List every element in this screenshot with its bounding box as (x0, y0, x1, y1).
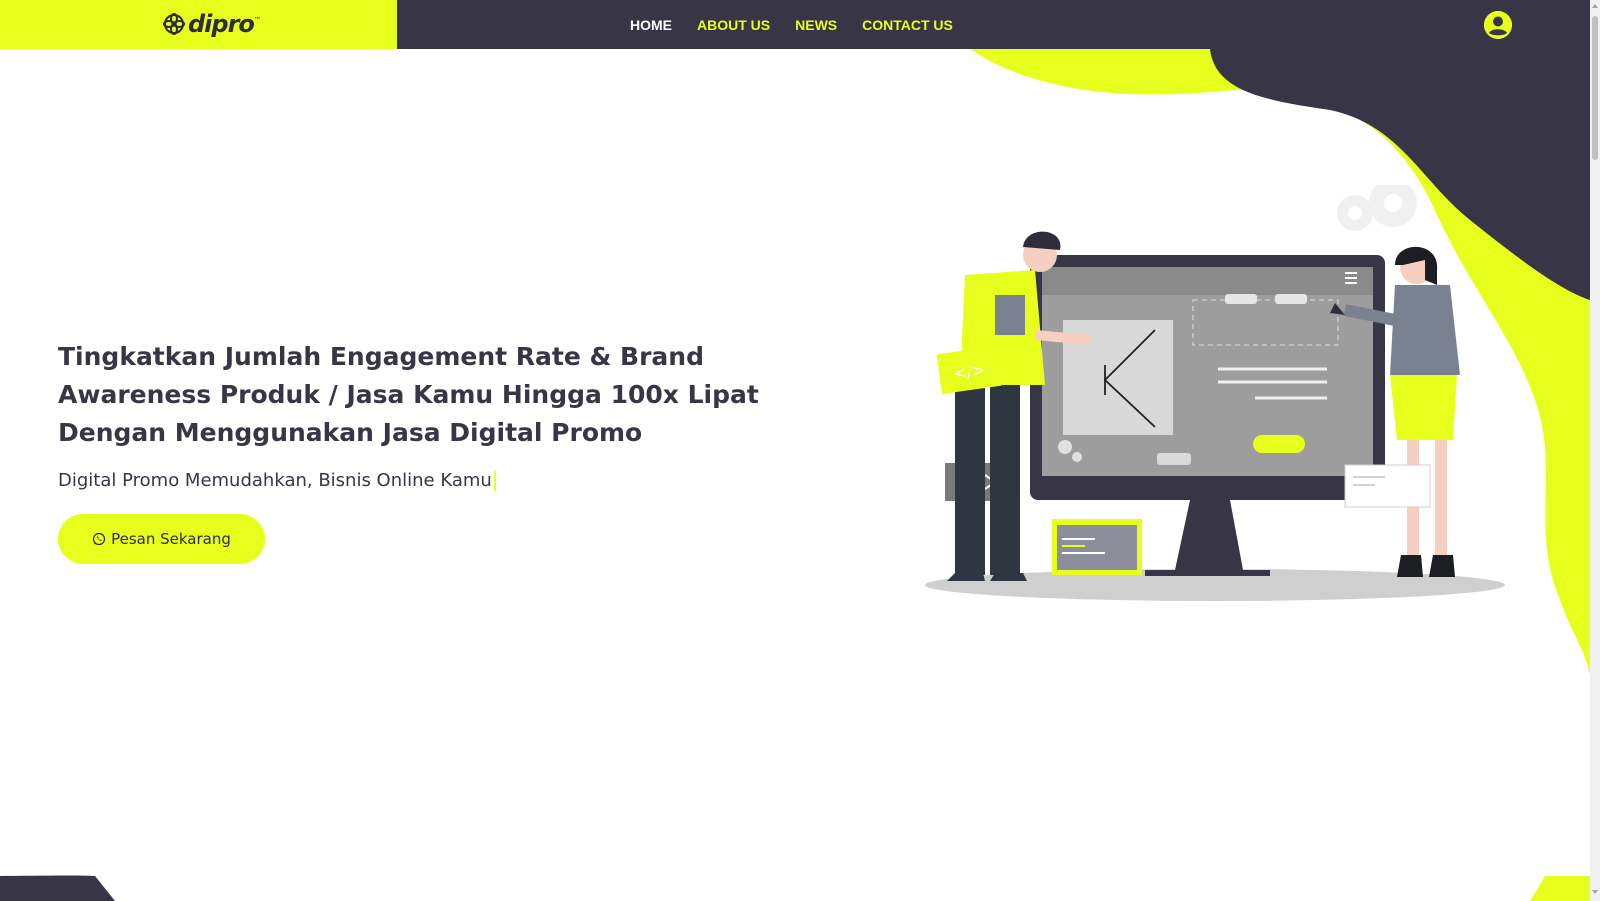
nav-item-home[interactable]: HOME (630, 17, 672, 33)
logo-text: dipro (188, 10, 255, 38)
page-scrollbar[interactable] (1590, 0, 1600, 901)
logo-area: dipro ™ (0, 0, 397, 49)
hero-title: Tingkatkan Jumlah Engagement Rate & Bran… (58, 342, 759, 447)
bottom-right-shape (1530, 876, 1590, 901)
hero-subtitle: Digital Promo Memudahkan, Bisnis Online … (58, 470, 496, 491)
screen-button (1253, 435, 1305, 453)
navbar: dipro ™ HOME ABOUT US NEWS CONTACT US (0, 0, 1590, 49)
logo-trademark: ™ (253, 16, 261, 24)
nav-item-news[interactable]: NEWS (795, 17, 837, 33)
web-design-illustration: </> (925, 185, 1505, 601)
order-now-label: Pesan Sekarang (111, 530, 231, 548)
hero-subtitle-text: Digital Promo Memudahkan, Bisnis Online … (58, 470, 492, 491)
nav-item-contact-us[interactable]: CONTACT US (862, 17, 953, 33)
main-nav: HOME ABOUT US NEWS CONTACT US (630, 0, 953, 49)
monitor-stand (1175, 500, 1243, 570)
scroll-down-arrow-icon[interactable] (1591, 888, 1599, 896)
user-circle-icon (1484, 11, 1512, 39)
user-account-button[interactable] (1484, 11, 1512, 39)
bottom-left-shape (0, 875, 115, 901)
dipro-flower-icon (163, 13, 185, 35)
nav-item-about-us[interactable]: ABOUT US (697, 17, 770, 33)
whatsapp-icon (92, 532, 106, 546)
logo[interactable]: dipro ™ (163, 8, 261, 40)
order-now-button[interactable]: Pesan Sekarang (58, 514, 265, 564)
typing-caret (493, 471, 496, 491)
gears-icon (1337, 185, 1417, 231)
page: dipro ™ HOME ABOUT US NEWS CONTACT US Ti… (0, 0, 1600, 901)
scroll-up-arrow-icon[interactable] (1591, 2, 1599, 10)
scroll-thumb[interactable] (1592, 16, 1598, 160)
